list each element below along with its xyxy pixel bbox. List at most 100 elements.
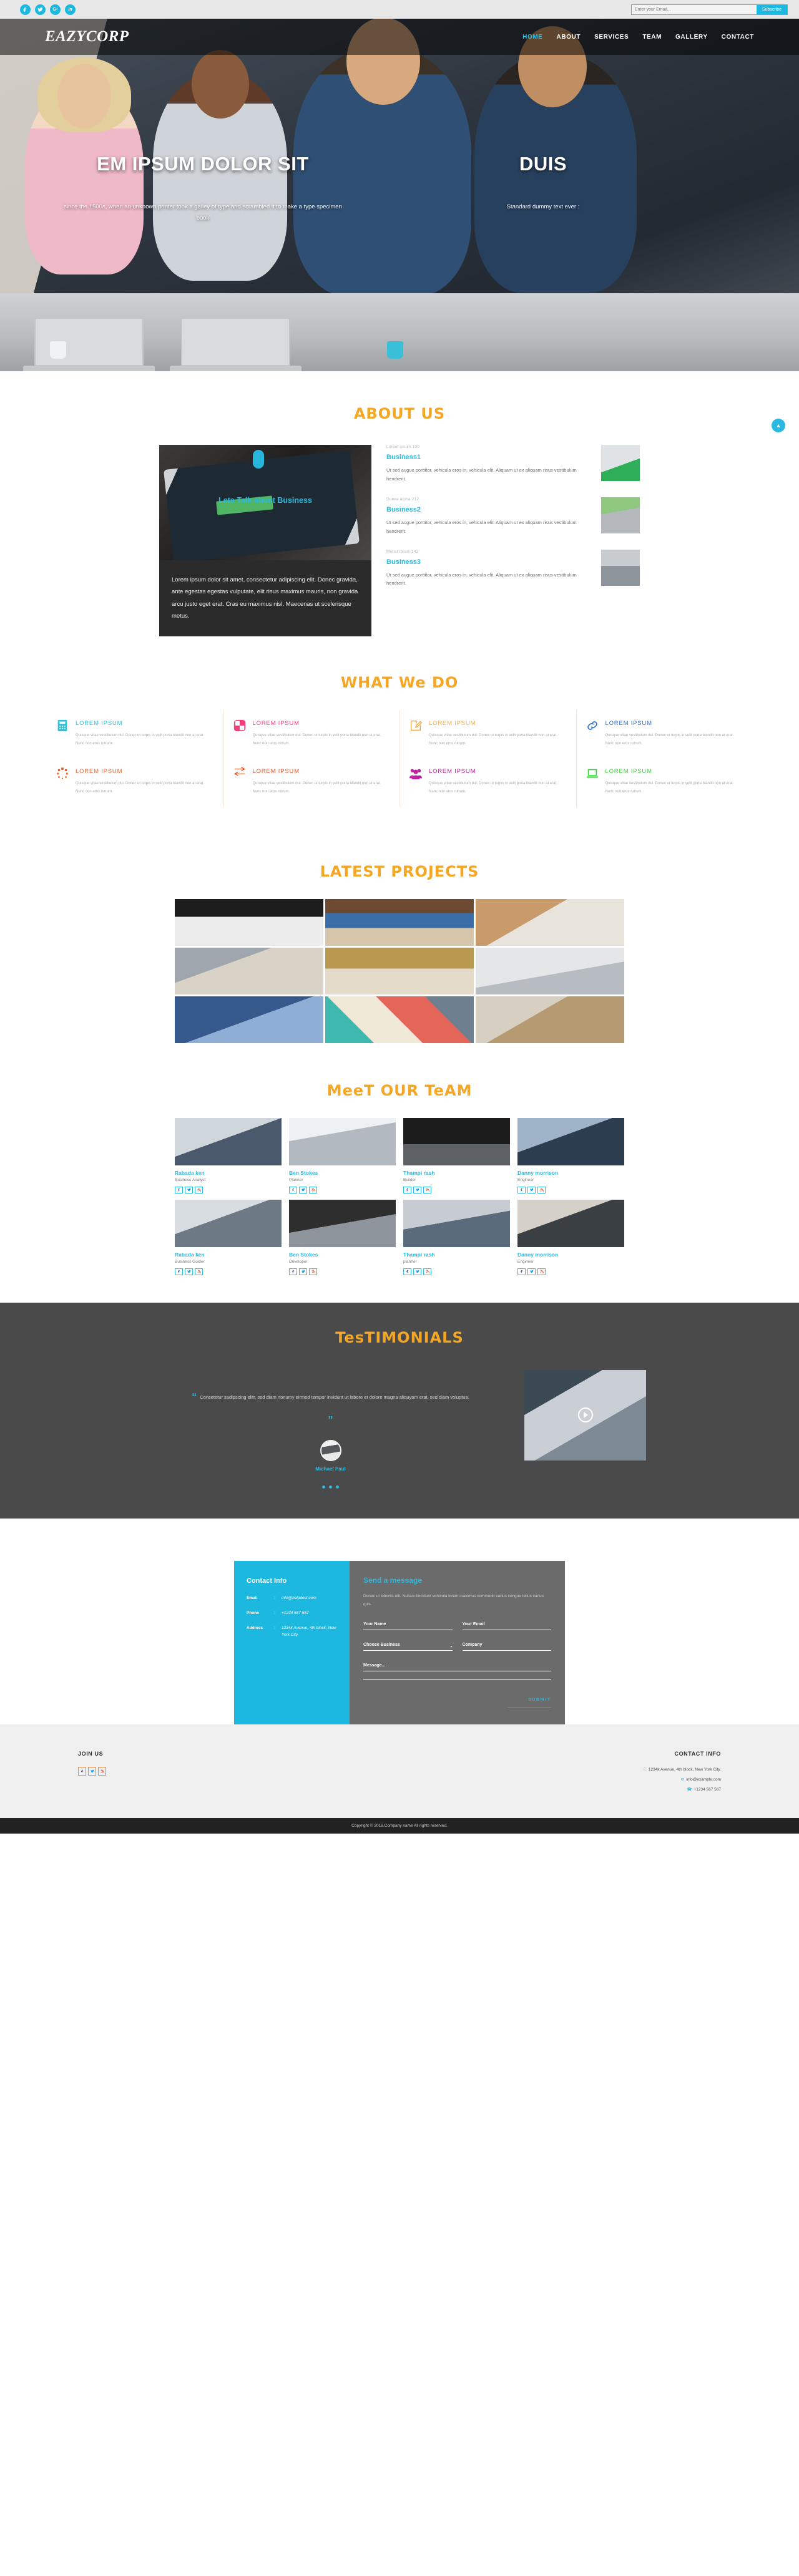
submit-button[interactable]: SUBMIT bbox=[363, 1693, 551, 1708]
exchange-arrows-icon bbox=[233, 767, 247, 780]
your-email-field[interactable]: Your Email bbox=[462, 1622, 551, 1630]
nav-item-team[interactable]: TEAM bbox=[642, 34, 662, 41]
facebook-icon[interactable] bbox=[517, 1186, 526, 1193]
choose-business-select[interactable]: Choose Business ▾ bbox=[363, 1643, 453, 1651]
project-thumbnail[interactable] bbox=[476, 898, 624, 946]
facebook-icon[interactable] bbox=[20, 4, 31, 15]
testimonial-avatar bbox=[320, 1440, 341, 1461]
nav-item-contact[interactable]: CONTACT bbox=[722, 34, 754, 41]
testimonial-pagination-dots[interactable] bbox=[153, 1485, 508, 1489]
twitter-icon[interactable] bbox=[35, 4, 46, 15]
twitter-icon[interactable] bbox=[185, 1186, 193, 1193]
project-thumbnail[interactable] bbox=[476, 996, 624, 1043]
nav-item-home[interactable]: HOME bbox=[522, 34, 542, 41]
service-title: LOREM IPSUM bbox=[252, 768, 300, 775]
hero-banner: EAZYCORP HOME ABOUT SERVICES TEAM GALLER… bbox=[0, 19, 799, 371]
dot[interactable] bbox=[329, 1485, 332, 1489]
facebook-icon[interactable] bbox=[175, 1268, 183, 1275]
team-member-photo bbox=[403, 1199, 510, 1247]
scroll-to-top-button[interactable]: ▲ bbox=[772, 419, 785, 432]
service-desc: Quisque vitae vestibulum dui. Donec ut t… bbox=[252, 733, 381, 746]
team-member-card: Rabada ken Business Guider bbox=[175, 1199, 282, 1275]
rss-icon[interactable] bbox=[195, 1186, 203, 1193]
testimonial-video[interactable] bbox=[524, 1369, 646, 1461]
nav-item-about[interactable]: ABOUT bbox=[557, 34, 581, 41]
service-card[interactable]: LOREM IPSUM Quisque vitae vestibulum dui… bbox=[576, 709, 753, 759]
testimonial-quote-wrap: “Consetetur sadipscing elitr, sed diam n… bbox=[153, 1386, 508, 1431]
team-member-card: Danny morrison Engineer bbox=[517, 1117, 624, 1193]
dot[interactable] bbox=[336, 1485, 339, 1489]
facebook-icon[interactable] bbox=[517, 1268, 526, 1275]
contact-info-row: Phone : +1234 567 567 bbox=[247, 1610, 337, 1616]
twitter-icon[interactable] bbox=[527, 1186, 536, 1193]
hero-slide-right: DUIS Standard dummy text ever : bbox=[400, 153, 687, 213]
twitter-icon[interactable] bbox=[413, 1268, 421, 1275]
facebook-icon[interactable] bbox=[403, 1268, 411, 1275]
twitter-icon[interactable] bbox=[299, 1186, 307, 1193]
rss-icon[interactable] bbox=[423, 1268, 431, 1275]
team-member-social bbox=[175, 1268, 282, 1275]
rss-icon[interactable] bbox=[309, 1268, 317, 1275]
service-card[interactable]: LOREM IPSUM Quisque vitae vestibulum dui… bbox=[47, 758, 223, 806]
footer-email-text[interactable]: info@example.com bbox=[686, 1777, 721, 1782]
your-name-field[interactable]: Your Name bbox=[363, 1622, 453, 1630]
project-thumbnail[interactable] bbox=[175, 996, 323, 1043]
about-image-caption: Lets Talk about Business bbox=[218, 496, 312, 505]
message-field[interactable]: Message... bbox=[363, 1663, 551, 1680]
twitter-icon[interactable] bbox=[88, 1767, 96, 1776]
team-member-name: Thampi rash bbox=[403, 1251, 435, 1258]
service-title: LOREM IPSUM bbox=[605, 719, 652, 727]
dot[interactable] bbox=[322, 1485, 325, 1489]
service-card[interactable]: LOREM IPSUM Quisque vitae vestibulum dui… bbox=[400, 709, 576, 759]
nav-item-gallery[interactable]: GALLERY bbox=[675, 34, 708, 41]
contact-section: Contact Info Email : info@helpdest.com P… bbox=[0, 1519, 799, 1724]
contact-info-key: Phone bbox=[247, 1611, 259, 1616]
service-card[interactable]: LOREM IPSUM Quisque vitae vestibulum dui… bbox=[576, 758, 753, 807]
subscribe-email-input[interactable] bbox=[631, 4, 757, 14]
play-button-icon[interactable] bbox=[577, 1407, 593, 1423]
twitter-icon[interactable] bbox=[299, 1268, 307, 1275]
rss-icon[interactable] bbox=[537, 1268, 546, 1275]
project-thumbnail[interactable] bbox=[325, 947, 474, 994]
rss-icon[interactable] bbox=[537, 1186, 546, 1193]
google-plus-icon[interactable]: G + bbox=[50, 4, 61, 15]
team-member-social bbox=[289, 1186, 396, 1193]
linkedin-icon[interactable]: in bbox=[65, 4, 76, 15]
chevron-down-icon[interactable]: ▾ bbox=[450, 1645, 452, 1649]
rss-icon[interactable] bbox=[309, 1186, 317, 1193]
subscribe-button[interactable]: Subscribe bbox=[756, 4, 787, 14]
twitter-icon[interactable] bbox=[185, 1268, 193, 1275]
about-item-desc: Ut sed augue porttitor, vehicula eros in… bbox=[386, 519, 577, 534]
facebook-icon[interactable] bbox=[289, 1268, 297, 1275]
project-thumbnail[interactable] bbox=[175, 898, 323, 946]
service-card[interactable]: LOREM IPSUM Quisque vitae vestibulum dui… bbox=[400, 758, 576, 807]
rss-icon[interactable] bbox=[98, 1767, 106, 1776]
facebook-icon[interactable] bbox=[175, 1186, 183, 1193]
project-thumbnail[interactable] bbox=[325, 996, 474, 1043]
contact-info-value: info@helpdest.com bbox=[282, 1596, 316, 1600]
facebook-icon[interactable] bbox=[289, 1186, 297, 1193]
project-thumbnail[interactable] bbox=[476, 947, 624, 994]
service-card[interactable]: LOREM IPSUM Quisque vitae vestibulum dui… bbox=[223, 709, 400, 759]
testimonials-content: “Consetetur sadipscing elitr, sed diam n… bbox=[153, 1369, 646, 1489]
rss-icon[interactable] bbox=[195, 1268, 203, 1275]
site-logo[interactable]: EAZYCORP bbox=[45, 28, 129, 46]
contact-info-value: +1234 567 567 bbox=[282, 1611, 309, 1616]
envelope-icon: ✉ bbox=[680, 1777, 685, 1782]
twitter-icon[interactable] bbox=[527, 1268, 536, 1275]
project-thumbnail[interactable] bbox=[175, 947, 323, 994]
rss-icon[interactable] bbox=[423, 1186, 431, 1193]
twitter-icon[interactable] bbox=[413, 1186, 421, 1193]
service-card[interactable]: LOREM IPSUM Quisque vitae vestibulum dui… bbox=[47, 710, 223, 758]
facebook-icon[interactable] bbox=[78, 1767, 86, 1776]
facebook-icon[interactable] bbox=[403, 1186, 411, 1193]
service-card[interactable]: LOREM IPSUM Quisque vitae vestibulum dui… bbox=[223, 758, 400, 807]
company-field[interactable]: Company bbox=[462, 1643, 551, 1651]
contact-form-title: Send a message bbox=[363, 1576, 423, 1585]
footer-phone-line: ☎ +1234 567 567 bbox=[643, 1787, 721, 1792]
team-member-card: Danny morrison Engineer bbox=[517, 1199, 624, 1275]
nav-item-services[interactable]: SERVICES bbox=[594, 34, 629, 41]
project-thumbnail[interactable] bbox=[325, 898, 474, 946]
team-member-name: Ben Stokes bbox=[289, 1251, 318, 1258]
team-member-social bbox=[517, 1186, 624, 1193]
